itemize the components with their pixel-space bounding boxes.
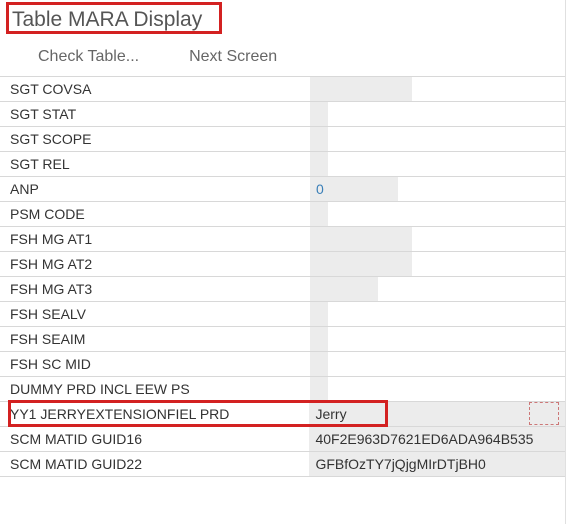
table-row: SGT SCOPE	[0, 127, 565, 152]
field-value[interactable]	[310, 352, 328, 376]
field-value[interactable]	[310, 377, 328, 401]
field-label: SCM MATID GUID22	[0, 452, 309, 476]
check-table-button[interactable]: Check Table...	[38, 48, 139, 66]
field-label: FSH MG AT3	[0, 277, 310, 301]
field-value[interactable]	[310, 77, 412, 101]
table-row: FSH MG AT2	[0, 252, 565, 277]
next-screen-button[interactable]: Next Screen	[189, 48, 277, 66]
table-row: PSM CODE	[0, 202, 565, 227]
field-label: FSH SEALV	[0, 302, 310, 326]
field-label: SGT STAT	[0, 102, 310, 126]
field-label: YY1 JERRYEXTENSIONFIEL PRD	[0, 402, 309, 426]
field-label: PSM CODE	[0, 202, 310, 226]
table-row: FSH SEAIM	[0, 327, 565, 352]
field-label: ANP	[0, 177, 310, 201]
field-value[interactable]: GFBfOzTY7jQjgMIrDTjBH0	[309, 452, 565, 476]
field-label: FSH SC MID	[0, 352, 310, 376]
field-label: SGT REL	[0, 152, 310, 176]
field-value[interactable]	[310, 102, 328, 126]
field-rows-container: SGT COVSASGT STATSGT SCOPESGT RELANP0PSM…	[0, 76, 565, 477]
field-value[interactable]	[310, 277, 378, 301]
field-value[interactable]	[310, 152, 328, 176]
table-row: FSH MG AT1	[0, 227, 565, 252]
field-label: SGT SCOPE	[0, 127, 310, 151]
table-row: ANP0	[0, 177, 565, 202]
field-label: SGT COVSA	[0, 77, 310, 101]
page-title: Table MARA Display	[0, 0, 565, 38]
table-row: DUMMY PRD INCL EEW PS	[0, 377, 565, 402]
table-row: SCM MATID GUID22GFBfOzTY7jQjgMIrDTjBH0	[0, 452, 565, 477]
field-value[interactable]: 0	[310, 177, 398, 201]
table-row: SGT STAT	[0, 102, 565, 127]
field-value[interactable]: Jerry	[309, 402, 565, 426]
field-value[interactable]	[310, 127, 328, 151]
table-row: YY1 JERRYEXTENSIONFIEL PRDJerry	[0, 402, 565, 427]
field-value[interactable]	[310, 202, 328, 226]
field-value[interactable]: 40F2E963D7621ED6ADA964B535	[309, 427, 565, 451]
field-value[interactable]	[310, 302, 328, 326]
table-row: SGT COVSA	[0, 77, 565, 102]
field-label: DUMMY PRD INCL EEW PS	[0, 377, 310, 401]
field-value[interactable]	[310, 252, 412, 276]
field-label: FSH SEAIM	[0, 327, 310, 351]
field-value[interactable]	[310, 227, 412, 251]
table-row: SCM MATID GUID1640F2E963D7621ED6ADA964B5…	[0, 427, 565, 452]
field-label: SCM MATID GUID16	[0, 427, 309, 451]
field-value[interactable]	[310, 327, 328, 351]
toolbar: Check Table... Next Screen	[0, 38, 565, 76]
table-row: SGT REL	[0, 152, 565, 177]
field-label: FSH MG AT1	[0, 227, 310, 251]
table-row: FSH SC MID	[0, 352, 565, 377]
table-row: FSH SEALV	[0, 302, 565, 327]
field-label: FSH MG AT2	[0, 252, 310, 276]
table-row: FSH MG AT3	[0, 277, 565, 302]
